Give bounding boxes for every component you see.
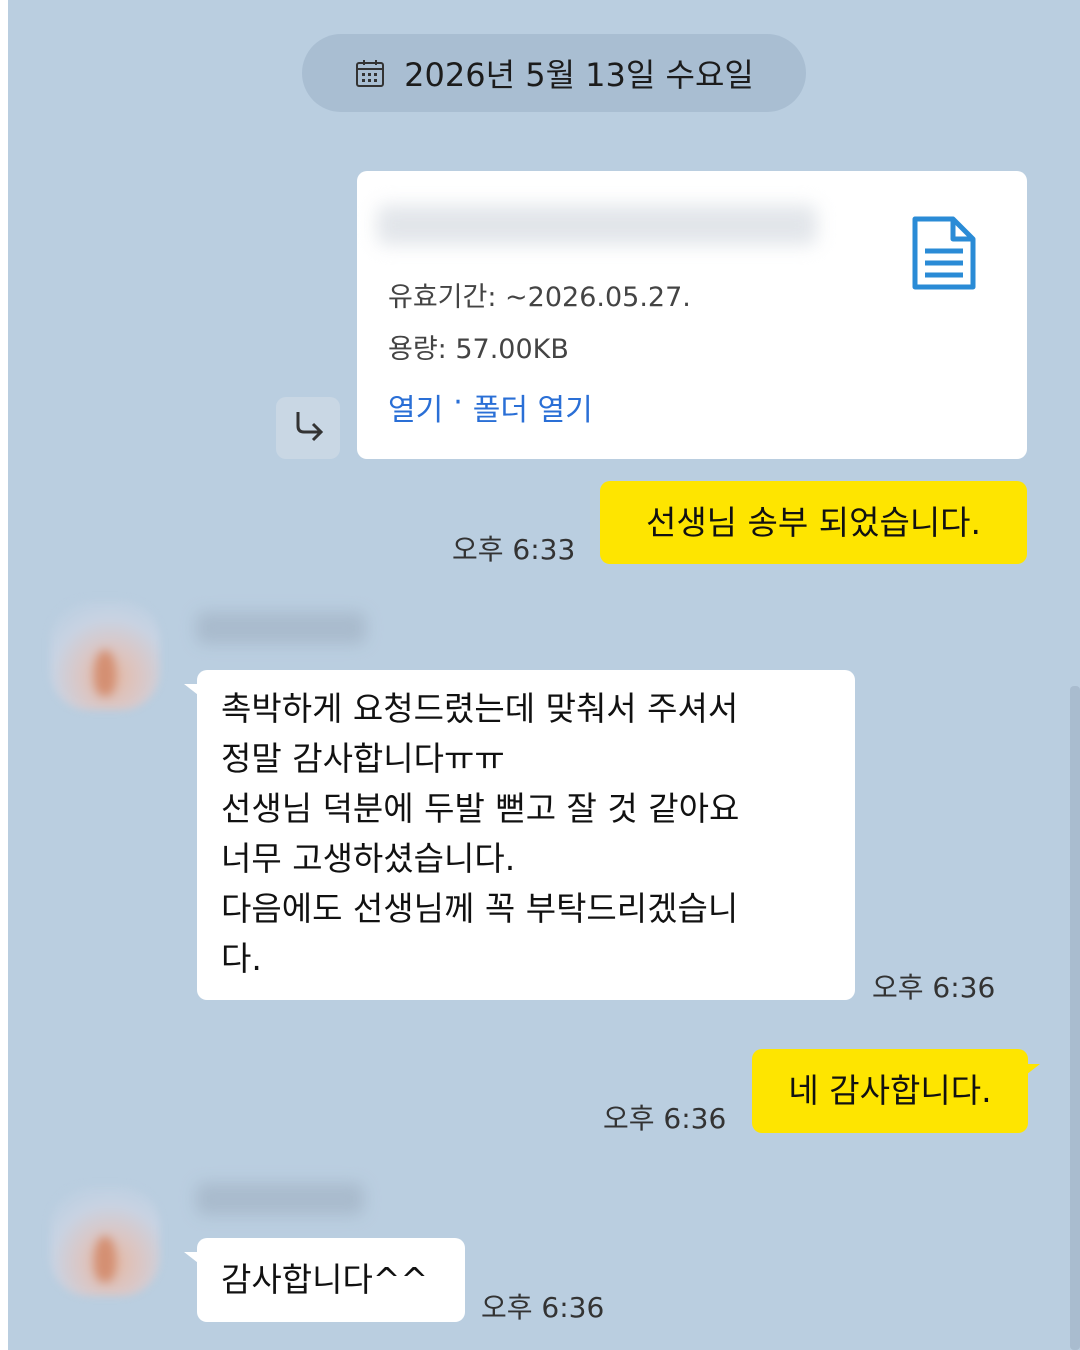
- received-message-bubble[interactable]: 촉박하게 요청드렸는데 맞춰서 주셔서 정말 감사합니다ㅠㅠ 선생님 덕분에 두…: [197, 670, 855, 1000]
- sender-name: [196, 1183, 364, 1215]
- message-time: 오후 6:36: [603, 1102, 727, 1135]
- link-separator: ·: [453, 385, 463, 420]
- message-text: 선생님 송부 되었습니다.: [645, 502, 982, 542]
- file-name[interactable]: [377, 205, 817, 245]
- my-message-bubble[interactable]: 네 감사합니다.: [752, 1049, 1028, 1133]
- sender-name: [196, 612, 366, 644]
- message-time: 오후 6:36: [872, 971, 996, 1004]
- avatar[interactable]: [50, 600, 160, 710]
- window-left-edge: [0, 0, 8, 1350]
- date-divider: 2026년 5월 13일 수요일: [302, 34, 806, 112]
- message-time: 오후 6:33: [452, 533, 576, 566]
- open-file-link[interactable]: 열기: [388, 385, 443, 429]
- file-expiry: 유효기간: ~2026.05.27.: [388, 282, 691, 313]
- avatar[interactable]: [50, 1186, 160, 1296]
- message-time: 오후 6:36: [481, 1291, 605, 1324]
- scrollbar[interactable]: [1070, 686, 1080, 1350]
- forward-arrow-icon: [290, 408, 326, 448]
- open-folder-link[interactable]: 폴더 열기: [473, 385, 593, 429]
- calendar-icon: [354, 57, 386, 89]
- file-message-card[interactable]: 유효기간: ~2026.05.27. 용량: 57.00KB 열기 · 폴더 열…: [357, 171, 1027, 459]
- received-message-bubble[interactable]: 감사합니다^^: [197, 1238, 465, 1322]
- my-message-bubble[interactable]: 선생님 송부 되었습니다.: [600, 481, 1027, 564]
- document-icon[interactable]: [909, 215, 979, 291]
- share-button[interactable]: [276, 397, 340, 459]
- file-actions: 열기 · 폴더 열기: [388, 385, 593, 429]
- date-divider-label: 2026년 5월 13일 수요일: [404, 56, 754, 94]
- message-text: 촉박하게 요청드렸는데 맞춰서 주셔서 정말 감사합니다ㅠㅠ 선생님 덕분에 두…: [221, 689, 740, 978]
- file-size: 용량: 57.00KB: [388, 334, 569, 365]
- message-text: 감사합니다^^: [221, 1260, 429, 1299]
- message-text: 네 감사합니다.: [788, 1071, 992, 1110]
